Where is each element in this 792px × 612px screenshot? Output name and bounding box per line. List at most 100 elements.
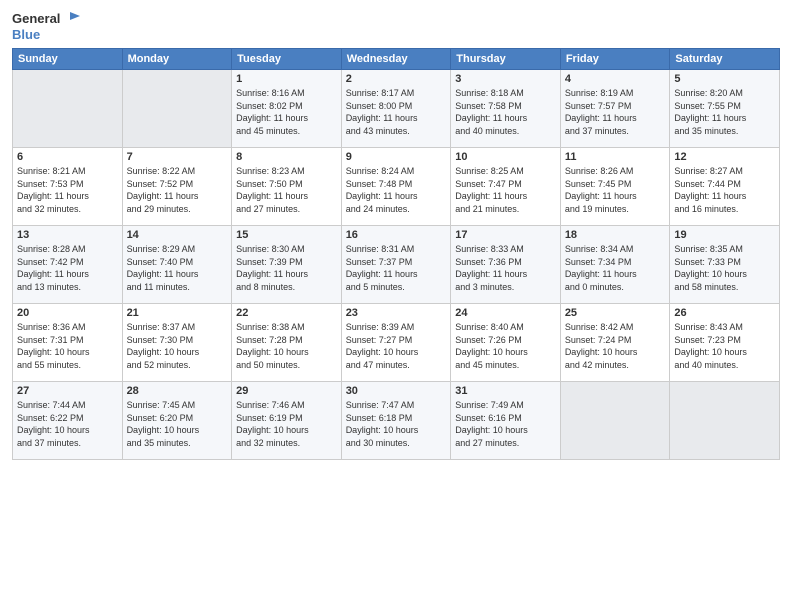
day-header-wednesday: Wednesday [341, 49, 451, 70]
day-content: Sunrise: 8:20 AM Sunset: 7:55 PM Dayligh… [674, 87, 775, 137]
day-number: 8 [236, 151, 337, 163]
week-row-2: 6Sunrise: 8:21 AM Sunset: 7:53 PM Daylig… [13, 148, 780, 226]
day-content: Sunrise: 8:23 AM Sunset: 7:50 PM Dayligh… [236, 165, 337, 215]
day-header-monday: Monday [122, 49, 232, 70]
day-content: Sunrise: 7:45 AM Sunset: 6:20 PM Dayligh… [127, 399, 228, 449]
calendar-cell: 19 Sunrise: 8:35 AM Sunset: 7:33 PM Dayli… [670, 226, 780, 304]
day-content: Sunrise: 8:43 AM Sunset: 7:23 PM Dayligh… [674, 321, 775, 371]
calendar-cell: 14 Sunrise: 8:29 AM Sunset: 7:40 PM Dayli… [122, 226, 232, 304]
calendar-cell: 10 Sunrise: 8:25 AM Sunset: 7:47 PM Dayli… [451, 148, 561, 226]
day-number: 31 [455, 385, 556, 397]
calendar-cell: 16 Sunrise: 8:31 AM Sunset: 7:37 PM Dayli… [341, 226, 451, 304]
day-header-friday: Friday [560, 49, 670, 70]
day-number: 21 [127, 307, 228, 319]
day-number: 23 [346, 307, 447, 319]
calendar-cell [560, 382, 670, 460]
calendar-cell: 5 Sunrise: 8:20 AM Sunset: 7:55 PM Daylig… [670, 70, 780, 148]
day-number: 19 [674, 229, 775, 241]
calendar-cell: 6Sunrise: 8:21 AM Sunset: 7:53 PM Daylig… [13, 148, 123, 226]
day-number: 6 [17, 151, 118, 163]
day-content: Sunrise: 8:37 AM Sunset: 7:30 PM Dayligh… [127, 321, 228, 371]
logo: General Blue [12, 10, 80, 42]
calendar-table: SundayMondayTuesdayWednesdayThursdayFrid… [12, 48, 780, 460]
day-content: Sunrise: 7:46 AM Sunset: 6:19 PM Dayligh… [236, 399, 337, 449]
day-header-tuesday: Tuesday [232, 49, 342, 70]
day-number: 14 [127, 229, 228, 241]
day-content: Sunrise: 8:42 AM Sunset: 7:24 PM Dayligh… [565, 321, 666, 371]
day-number: 28 [127, 385, 228, 397]
day-number: 30 [346, 385, 447, 397]
header-row: SundayMondayTuesdayWednesdayThursdayFrid… [13, 49, 780, 70]
day-content: Sunrise: 7:49 AM Sunset: 6:16 PM Dayligh… [455, 399, 556, 449]
logo-general: General [12, 12, 60, 26]
day-content: Sunrise: 8:39 AM Sunset: 7:27 PM Dayligh… [346, 321, 447, 371]
day-content: Sunrise: 7:44 AM Sunset: 6:22 PM Dayligh… [17, 399, 118, 449]
day-number: 15 [236, 229, 337, 241]
calendar-cell: 1 Sunrise: 8:16 AM Sunset: 8:02 PM Daylig… [232, 70, 342, 148]
day-number: 3 [455, 73, 556, 85]
calendar-cell: 18 Sunrise: 8:34 AM Sunset: 7:34 PM Dayli… [560, 226, 670, 304]
day-content: Sunrise: 7:47 AM Sunset: 6:18 PM Dayligh… [346, 399, 447, 449]
day-number: 12 [674, 151, 775, 163]
day-number: 20 [17, 307, 118, 319]
day-number: 24 [455, 307, 556, 319]
day-number: 5 [674, 73, 775, 85]
day-number: 4 [565, 73, 666, 85]
day-number: 26 [674, 307, 775, 319]
day-number: 29 [236, 385, 337, 397]
calendar-cell: 13Sunrise: 8:28 AM Sunset: 7:42 PM Dayli… [13, 226, 123, 304]
day-content: Sunrise: 8:24 AM Sunset: 7:48 PM Dayligh… [346, 165, 447, 215]
calendar-cell [13, 70, 123, 148]
calendar-cell: 27 Sunrise: 7:44 AM Sunset: 6:22 PM Dayli… [13, 382, 123, 460]
calendar-cell: 17 Sunrise: 8:33 AM Sunset: 7:36 PM Dayli… [451, 226, 561, 304]
day-content: Sunrise: 8:17 AM Sunset: 8:00 PM Dayligh… [346, 87, 447, 137]
day-number: 16 [346, 229, 447, 241]
day-number: 27 [17, 385, 118, 397]
day-content: Sunrise: 8:29 AM Sunset: 7:40 PM Dayligh… [127, 243, 228, 293]
day-content: Sunrise: 8:30 AM Sunset: 7:39 PM Dayligh… [236, 243, 337, 293]
calendar-cell: 24Sunrise: 8:40 AM Sunset: 7:26 PM Dayli… [451, 304, 561, 382]
logo-flag-icon [62, 10, 80, 28]
day-number: 18 [565, 229, 666, 241]
day-number: 10 [455, 151, 556, 163]
day-number: 1 [236, 73, 337, 85]
calendar-cell: 25 Sunrise: 8:42 AM Sunset: 7:24 PM Dayli… [560, 304, 670, 382]
calendar-cell [122, 70, 232, 148]
calendar-cell: 21 Sunrise: 8:37 AM Sunset: 7:30 PM Dayli… [122, 304, 232, 382]
day-number: 22 [236, 307, 337, 319]
day-number: 11 [565, 151, 666, 163]
calendar-cell: 23 Sunrise: 8:39 AM Sunset: 7:27 PM Dayli… [341, 304, 451, 382]
calendar-cell: 2 Sunrise: 8:17 AM Sunset: 8:00 PM Daylig… [341, 70, 451, 148]
calendar-cell: 29 Sunrise: 7:46 AM Sunset: 6:19 PM Dayli… [232, 382, 342, 460]
day-number: 17 [455, 229, 556, 241]
day-content: Sunrise: 8:27 AM Sunset: 7:44 PM Dayligh… [674, 165, 775, 215]
header: General Blue [12, 10, 780, 42]
calendar-cell [670, 382, 780, 460]
calendar-cell: 7Sunrise: 8:22 AM Sunset: 7:52 PM Daylig… [122, 148, 232, 226]
day-number: 2 [346, 73, 447, 85]
logo-mark: General Blue [12, 10, 80, 42]
day-number: 25 [565, 307, 666, 319]
day-content: Sunrise: 8:36 AM Sunset: 7:31 PM Dayligh… [17, 321, 118, 371]
week-row-1: 1 Sunrise: 8:16 AM Sunset: 8:02 PM Daylig… [13, 70, 780, 148]
calendar-cell: 3 Sunrise: 8:18 AM Sunset: 7:58 PM Daylig… [451, 70, 561, 148]
calendar-cell: 12 Sunrise: 8:27 AM Sunset: 7:44 PM Dayli… [670, 148, 780, 226]
day-content: Sunrise: 8:28 AM Sunset: 7:42 PM Dayligh… [17, 243, 118, 293]
day-content: Sunrise: 8:16 AM Sunset: 8:02 PM Dayligh… [236, 87, 337, 137]
week-row-4: 20 Sunrise: 8:36 AM Sunset: 7:31 PM Dayli… [13, 304, 780, 382]
day-number: 7 [127, 151, 228, 163]
day-header-sunday: Sunday [13, 49, 123, 70]
day-content: Sunrise: 8:35 AM Sunset: 7:33 PM Dayligh… [674, 243, 775, 293]
day-content: Sunrise: 8:34 AM Sunset: 7:34 PM Dayligh… [565, 243, 666, 293]
calendar-cell: 11 Sunrise: 8:26 AM Sunset: 7:45 PM Dayli… [560, 148, 670, 226]
week-row-3: 13Sunrise: 8:28 AM Sunset: 7:42 PM Dayli… [13, 226, 780, 304]
day-content: Sunrise: 8:18 AM Sunset: 7:58 PM Dayligh… [455, 87, 556, 137]
day-content: Sunrise: 8:33 AM Sunset: 7:36 PM Dayligh… [455, 243, 556, 293]
day-number: 9 [346, 151, 447, 163]
week-row-5: 27 Sunrise: 7:44 AM Sunset: 6:22 PM Dayli… [13, 382, 780, 460]
day-content: Sunrise: 8:31 AM Sunset: 7:37 PM Dayligh… [346, 243, 447, 293]
day-content: Sunrise: 8:38 AM Sunset: 7:28 PM Dayligh… [236, 321, 337, 371]
day-content: Sunrise: 8:25 AM Sunset: 7:47 PM Dayligh… [455, 165, 556, 215]
day-content: Sunrise: 8:26 AM Sunset: 7:45 PM Dayligh… [565, 165, 666, 215]
day-header-saturday: Saturday [670, 49, 780, 70]
